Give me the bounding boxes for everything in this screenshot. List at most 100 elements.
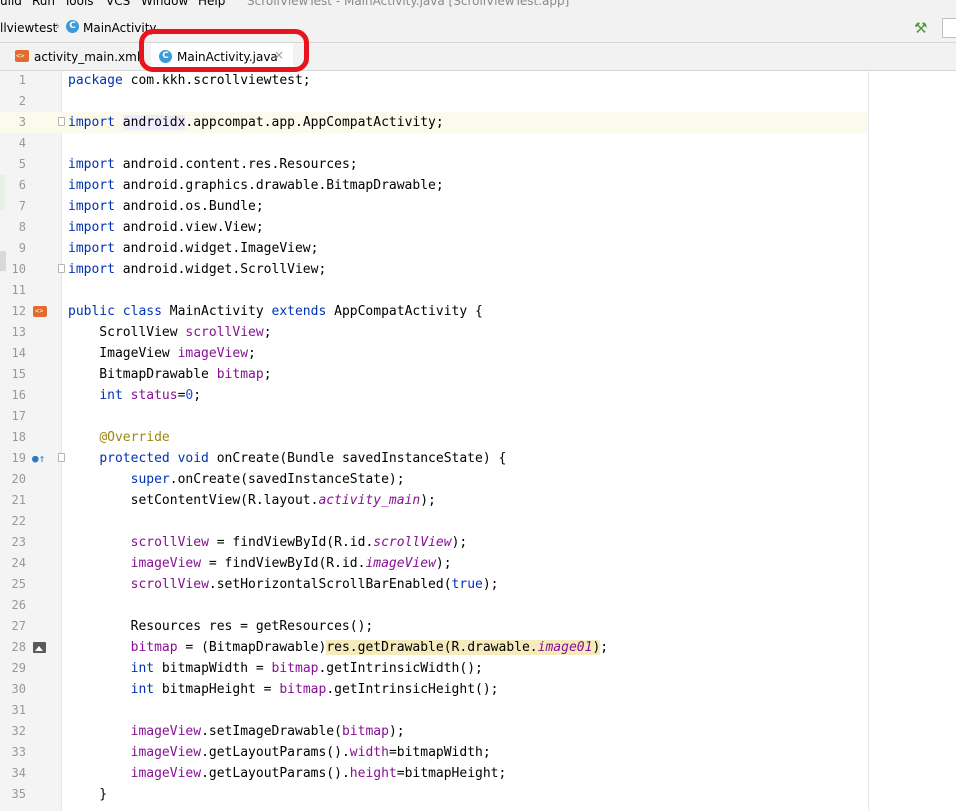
- code-token: scrollView: [130, 535, 209, 550]
- code-line[interactable]: 4: [0, 133, 868, 154]
- editor-scrollbar[interactable]: [946, 71, 956, 811]
- code-line[interactable]: 25 scrollView.setHorizontalScrollBarEnab…: [0, 574, 868, 595]
- code-line[interactable]: 27 Resources res = getResources();: [0, 616, 868, 637]
- code-token: .setHorizontalScrollBarEnabled(: [208, 577, 452, 592]
- code-token: MainActivity: [161, 304, 272, 319]
- code-line[interactable]: 12 public class MainActivity extends AppC…: [0, 301, 868, 322]
- code-token: );: [388, 724, 405, 739]
- code-text: setContentView(R.layout.activity_main);: [68, 490, 436, 511]
- code-token: import: [68, 157, 115, 172]
- code-line[interactable]: 1 package com.kkh.scrollviewtest;: [0, 70, 868, 91]
- code-token: import: [68, 199, 115, 214]
- code-token: bitmapHeight =: [154, 682, 280, 697]
- code-line[interactable]: 16 int status=0;: [0, 385, 868, 406]
- menu-tools[interactable]: Tools: [64, 0, 94, 8]
- code-text: bitmap = (BitmapDrawable)res.getDrawable…: [68, 637, 608, 658]
- code-line[interactable]: 7 import android.os.Bundle;: [0, 196, 868, 217]
- code-line[interactable]: 22: [0, 511, 868, 532]
- code-token: (Bundle savedInstanceState) {: [279, 451, 507, 466]
- code-line[interactable]: 2: [0, 91, 868, 112]
- image-icon[interactable]: [33, 642, 46, 653]
- breadcrumb-project[interactable]: llviewtest: [0, 21, 57, 35]
- close-icon[interactable]: ×: [274, 48, 284, 62]
- line-number: 11: [11, 283, 26, 297]
- menu-window[interactable]: Window: [141, 0, 188, 8]
- code-token: );: [482, 577, 499, 592]
- menu-run[interactable]: Run: [32, 0, 55, 8]
- xml-layout-icon: [15, 50, 29, 62]
- code-text: scrollView.setHorizontalScrollBarEnabled…: [68, 574, 499, 595]
- code-token: int: [130, 661, 155, 676]
- code-token: int: [99, 388, 123, 403]
- code-line[interactable]: 24 imageView = findViewById(R.id.imageVi…: [0, 553, 868, 574]
- code-line[interactable]: 6 import android.graphics.drawable.Bitmap…: [0, 175, 868, 196]
- code-token: imageView: [365, 556, 436, 571]
- code-token: imageView: [130, 745, 202, 760]
- code-token: extends: [271, 304, 327, 319]
- code-line[interactable]: 20 super.onCreate(savedInstanceState);: [0, 469, 868, 490]
- code-token: status: [130, 388, 178, 403]
- code-line[interactable]: 31: [0, 700, 868, 721]
- code-line[interactable]: 30 int bitmapHeight = bitmap.getIntrinsi…: [0, 679, 868, 700]
- override-icon[interactable]: ●↑: [32, 453, 45, 464]
- line-number: 12: [11, 304, 26, 318]
- code-text: int bitmapWidth = bitmap.getIntrinsicWid…: [68, 658, 483, 679]
- code-token: scrollView: [130, 577, 209, 592]
- code-line[interactable]: 32 imageView.setImageDrawable(bitmap);: [0, 721, 868, 742]
- code-line[interactable]: 33 imageView.getLayoutParams().width=bit…: [0, 742, 868, 763]
- line-number: 5: [18, 157, 26, 171]
- code-text: }: [68, 784, 107, 805]
- code-line[interactable]: 5 import android.content.res.Resources;: [0, 154, 868, 175]
- breadcrumb-file[interactable]: MainActivity: [83, 21, 157, 35]
- class-layout-icon[interactable]: [33, 306, 47, 317]
- code-line[interactable]: 15 BitmapDrawable bitmap;: [0, 364, 868, 385]
- code-line[interactable]: 29 int bitmapWidth = bitmap.getIntrinsic…: [0, 658, 868, 679]
- fold-toggle-icon[interactable]: [58, 264, 65, 273]
- code-token: scrollView: [185, 325, 264, 340]
- code-line[interactable]: 23 scrollView = findViewById(R.id.scroll…: [0, 532, 868, 553]
- tab-main-activity-java[interactable]: C MainActivity.java ×: [151, 43, 293, 70]
- code-line[interactable]: 13 ScrollView scrollView;: [0, 322, 868, 343]
- fold-toggle-icon[interactable]: [58, 117, 65, 126]
- code-line[interactable]: 9 import android.widget.ImageView;: [0, 238, 868, 259]
- code-line[interactable]: 34 imageView.getLayoutParams().height=bi…: [0, 763, 868, 784]
- code-text: package com.kkh.scrollviewtest;: [68, 70, 311, 91]
- line-number: 27: [11, 619, 26, 633]
- line-number: 18: [11, 430, 26, 444]
- code-line[interactable]: 35 }: [0, 784, 868, 805]
- run-config-selector[interactable]: [942, 18, 956, 38]
- code-line[interactable]: 26: [0, 595, 868, 616]
- line-number: 2: [18, 94, 26, 108]
- menu-build[interactable]: uild: [0, 0, 22, 8]
- code-text: import android.os.Bundle;: [68, 196, 264, 217]
- hammer-icon[interactable]: ⚒: [914, 19, 927, 37]
- code-text: super.onCreate(savedInstanceState);: [68, 469, 405, 490]
- code-line[interactable]: 28 bitmap = (BitmapDrawable)res.getDrawa…: [0, 637, 868, 658]
- code-line[interactable]: 3 import androidx.appcompat.app.AppCompat…: [0, 112, 868, 133]
- code-line[interactable]: 10 import android.widget.ScrollView;: [0, 259, 868, 280]
- menu-vcs[interactable]: VCS: [106, 0, 130, 8]
- tab-activity-main-xml[interactable]: activity_main.xml: [0, 43, 140, 70]
- code-line[interactable]: 14 ImageView imageView;: [0, 343, 868, 364]
- code-line[interactable]: 19 ●↑ protected void onCreate(Bundle save…: [0, 448, 868, 469]
- line-number: 24: [11, 556, 26, 570]
- code-token: com.kkh.scrollviewtest;: [122, 73, 311, 88]
- code-line[interactable]: 11: [0, 280, 868, 301]
- code-line[interactable]: 17: [0, 406, 868, 427]
- fold-toggle-icon[interactable]: [58, 453, 65, 462]
- code-line[interactable]: 21 setContentView(R.layout.activity_main…: [0, 490, 868, 511]
- line-number: 21: [11, 493, 26, 507]
- code-line[interactable]: 18 @Override: [0, 427, 868, 448]
- code-text: import android.content.res.Resources;: [68, 154, 358, 175]
- code-text: imageView.getLayoutParams().width=bitmap…: [68, 742, 491, 763]
- line-number: 4: [18, 136, 26, 150]
- code-line[interactable]: 8 import android.view.View;: [0, 217, 868, 238]
- code-token: height: [349, 766, 397, 781]
- menu-help[interactable]: Help: [198, 0, 225, 8]
